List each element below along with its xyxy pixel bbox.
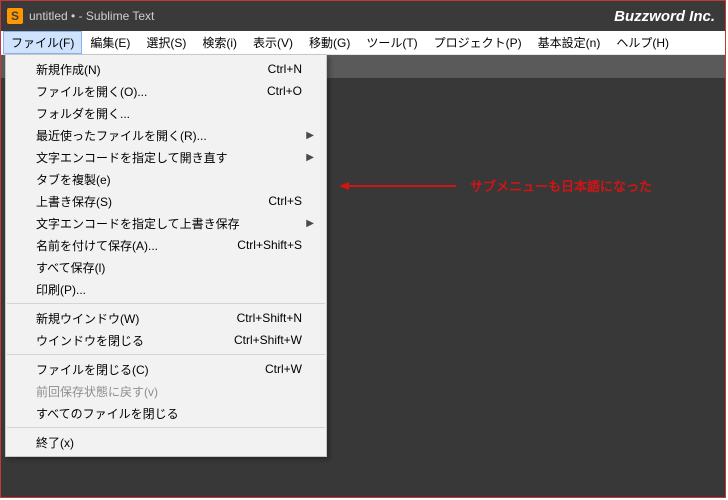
menu-entry-label: タブを複製(e)	[36, 171, 302, 188]
menu-entry-label: ファイルを閉じる(C)	[36, 361, 265, 378]
menu-entry-shortcut: Ctrl+Shift+W	[234, 333, 302, 347]
menu-entry[interactable]: 名前を付けて保存(A)...Ctrl+Shift+S	[6, 234, 326, 256]
menu-item[interactable]: ファイル(F)	[3, 31, 82, 54]
menu-entry-shortcut: Ctrl+Shift+N	[237, 311, 302, 325]
annotation-text: サブメニューも日本語になった	[470, 176, 652, 195]
menu-entry-label: 最近使ったファイルを開く(R)...	[36, 127, 302, 144]
menu-entry-label: すべてのファイルを閉じる	[36, 405, 302, 422]
menu-entry[interactable]: 終了(x)	[6, 431, 326, 453]
menu-item[interactable]: ヘルプ(H)	[608, 31, 677, 54]
chevron-right-icon: ▶	[306, 218, 314, 229]
menu-entry[interactable]: タブを複製(e)	[6, 168, 326, 190]
menu-entry[interactable]: フォルダを開く...	[6, 102, 326, 124]
menu-item[interactable]: ツール(T)	[358, 31, 425, 54]
menu-entry[interactable]: すべて保存(l)	[6, 256, 326, 278]
window-title: untitled • - Sublime Text	[29, 9, 154, 23]
chevron-right-icon: ▶	[306, 130, 314, 141]
menu-entry-label: すべて保存(l)	[36, 259, 302, 276]
menu-entry-label: 終了(x)	[36, 434, 302, 451]
menu-item[interactable]: 基本設定(n)	[530, 31, 609, 54]
menu-entry-shortcut: Ctrl+Shift+S	[237, 238, 302, 252]
menu-entry-label: 文字エンコードを指定して上書き保存	[36, 215, 302, 232]
annotation: サブメニューも日本語になった	[341, 176, 652, 195]
menu-entry-label: 印刷(P)...	[36, 281, 302, 298]
menu-entry[interactable]: ファイルを閉じる(C)Ctrl+W	[6, 358, 326, 380]
menu-entry: 前回保存状態に戻す(v)	[6, 380, 326, 402]
menu-entry[interactable]: 文字エンコードを指定して開き直す ▶	[6, 146, 326, 168]
menu-entry[interactable]: 上書き保存(S)Ctrl+S	[6, 190, 326, 212]
menu-entry[interactable]: すべてのファイルを閉じる	[6, 402, 326, 424]
menu-entry-shortcut: Ctrl+N	[268, 62, 302, 76]
menu-entry-shortcut: Ctrl+S	[268, 194, 302, 208]
menu-separator	[7, 354, 325, 355]
menu-item[interactable]: プロジェクト(P)	[426, 31, 530, 54]
menu-item[interactable]: 編集(E)	[82, 31, 138, 54]
menu-separator	[7, 427, 325, 428]
menu-entry[interactable]: ファイルを開く(O)...Ctrl+O	[6, 80, 326, 102]
menu-entry-label: ウインドウを閉じる	[36, 332, 234, 349]
menu-bar: ファイル(F)編集(E)選択(S)検索(i)表示(V)移動(G)ツール(T)プロ…	[1, 31, 725, 55]
file-menu-dropdown[interactable]: 新規作成(N)Ctrl+Nファイルを開く(O)...Ctrl+Oフォルダを開く.…	[5, 54, 327, 457]
menu-item[interactable]: 選択(S)	[138, 31, 194, 54]
menu-separator	[7, 303, 325, 304]
menu-entry-label: 名前を付けて保存(A)...	[36, 237, 237, 254]
menu-entry[interactable]: 印刷(P)...	[6, 278, 326, 300]
menu-item[interactable]: 検索(i)	[194, 31, 245, 54]
menu-entry[interactable]: 最近使ったファイルを開く(R)... ▶	[6, 124, 326, 146]
menu-entry[interactable]: 文字エンコードを指定して上書き保存 ▶	[6, 212, 326, 234]
menu-entry[interactable]: 新規作成(N)Ctrl+N	[6, 58, 326, 80]
menu-entry-label: 前回保存状態に戻す(v)	[36, 383, 302, 400]
title-bar: S untitled • - Sublime Text Buzzword Inc…	[1, 1, 725, 31]
menu-entry-label: 新規作成(N)	[36, 61, 268, 78]
menu-entry[interactable]: ウインドウを閉じるCtrl+Shift+W	[6, 329, 326, 351]
menu-entry-label: 文字エンコードを指定して開き直す	[36, 149, 302, 166]
menu-entry-label: フォルダを開く...	[36, 105, 302, 122]
menu-item[interactable]: 表示(V)	[245, 31, 301, 54]
menu-item[interactable]: 移動(G)	[301, 31, 358, 54]
menu-entry[interactable]: 新規ウインドウ(W)Ctrl+Shift+N	[6, 307, 326, 329]
menu-entry-shortcut: Ctrl+W	[265, 362, 302, 376]
menu-entry-label: 新規ウインドウ(W)	[36, 310, 237, 327]
chevron-right-icon: ▶	[306, 152, 314, 163]
menu-entry-shortcut: Ctrl+O	[267, 84, 302, 98]
menu-entry-label: 上書き保存(S)	[36, 193, 268, 210]
brand-label: Buzzword Inc.	[614, 1, 715, 31]
arrow-icon	[341, 185, 456, 187]
app-icon: S	[7, 8, 23, 24]
menu-entry-label: ファイルを開く(O)...	[36, 83, 267, 100]
